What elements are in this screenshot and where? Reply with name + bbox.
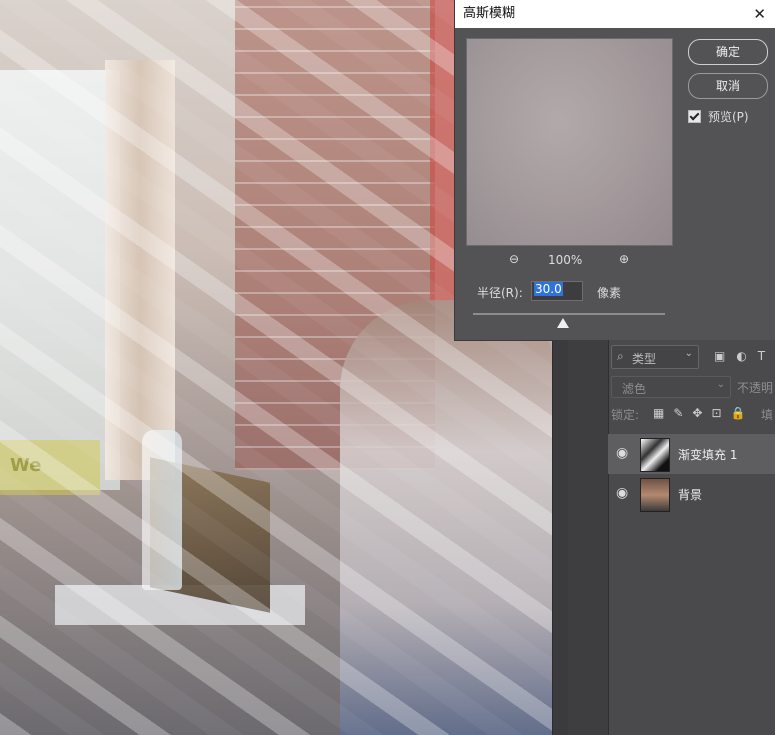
radius-slider-track[interactable] <box>473 313 665 315</box>
chevron-down-icon: ⌄ <box>684 348 693 359</box>
layer-name: 背景 <box>678 488 703 502</box>
zoom-out-icon[interactable]: ⊖ <box>506 252 522 266</box>
search-icon: ⌕ <box>617 349 624 363</box>
radius-row: 半径(R): 30.0 像素 <box>477 281 727 303</box>
gaussian-blur-dialog: 高斯模糊 ✕ ⊖ 100% ⊕ 半径(R): 30.0 像素 确定 取消 预览(… <box>454 0 775 341</box>
preview-checkbox-row[interactable]: 预览(P) <box>688 108 749 126</box>
zoom-controls: ⊖ 100% ⊕ <box>466 252 673 272</box>
layers-panel: ⌕ 类型 ⌄ ▣◐T 滤色 ⌄ 不透明 锁定: ▦✎✥⊡🔒 填 ◉ 渐变填充 1… <box>568 340 775 735</box>
layer-thumbnail <box>640 438 670 472</box>
blend-row: 滤色 ⌄ 不透明 <box>611 376 775 400</box>
eye-icon[interactable]: ◉ <box>616 445 628 461</box>
blend-mode-select[interactable]: 滤色 ⌄ <box>611 376 731 398</box>
panel-icon-column <box>568 340 609 735</box>
dialog-titlebar[interactable]: 高斯模糊 ✕ <box>455 0 775 28</box>
cancel-button[interactable]: 取消 <box>688 73 768 99</box>
dialog-title: 高斯模糊 <box>463 6 516 21</box>
lock-label: 锁定: <box>611 408 640 422</box>
preview-label: 预览(P) <box>708 110 749 124</box>
layer-row[interactable]: ◉ 背景 <box>608 474 775 514</box>
ok-button[interactable]: 确定 <box>688 39 768 65</box>
radius-label: 半径(R): <box>477 286 523 300</box>
chevron-down-icon: ⌄ <box>716 379 725 390</box>
filter-type-icons[interactable]: ▣◐T <box>714 349 775 363</box>
layer-filter-row: ⌕ 类型 ⌄ ▣◐T <box>611 345 775 369</box>
eye-icon[interactable]: ◉ <box>616 485 628 501</box>
layer-thumbnail <box>640 478 670 512</box>
zoom-in-icon[interactable]: ⊕ <box>616 252 632 266</box>
radius-slider-thumb[interactable] <box>557 318 569 328</box>
close-icon[interactable]: ✕ <box>753 0 766 28</box>
blend-mode-label: 滤色 <box>622 382 647 396</box>
zoom-percent: 100% <box>548 253 583 267</box>
radius-value: 30.0 <box>534 282 563 296</box>
layer-row[interactable]: ◉ 渐变填充 1 <box>608 434 775 474</box>
filter-kind-label: 类型 <box>632 352 657 366</box>
radius-unit: 像素 <box>597 286 622 300</box>
radius-input[interactable]: 30.0 <box>531 281 583 301</box>
opacity-label: 不透明 <box>737 381 774 395</box>
filter-kind-select[interactable]: ⌕ 类型 ⌄ <box>611 345 699 369</box>
blur-preview[interactable] <box>466 38 673 246</box>
preview-checkbox[interactable] <box>688 110 701 123</box>
layer-name: 渐变填充 1 <box>678 448 738 462</box>
lock-row: 锁定: ▦✎✥⊡🔒 填 <box>611 406 775 428</box>
fill-label: 填 <box>761 408 774 422</box>
lock-icons[interactable]: ▦✎✥⊡🔒 <box>653 406 754 420</box>
